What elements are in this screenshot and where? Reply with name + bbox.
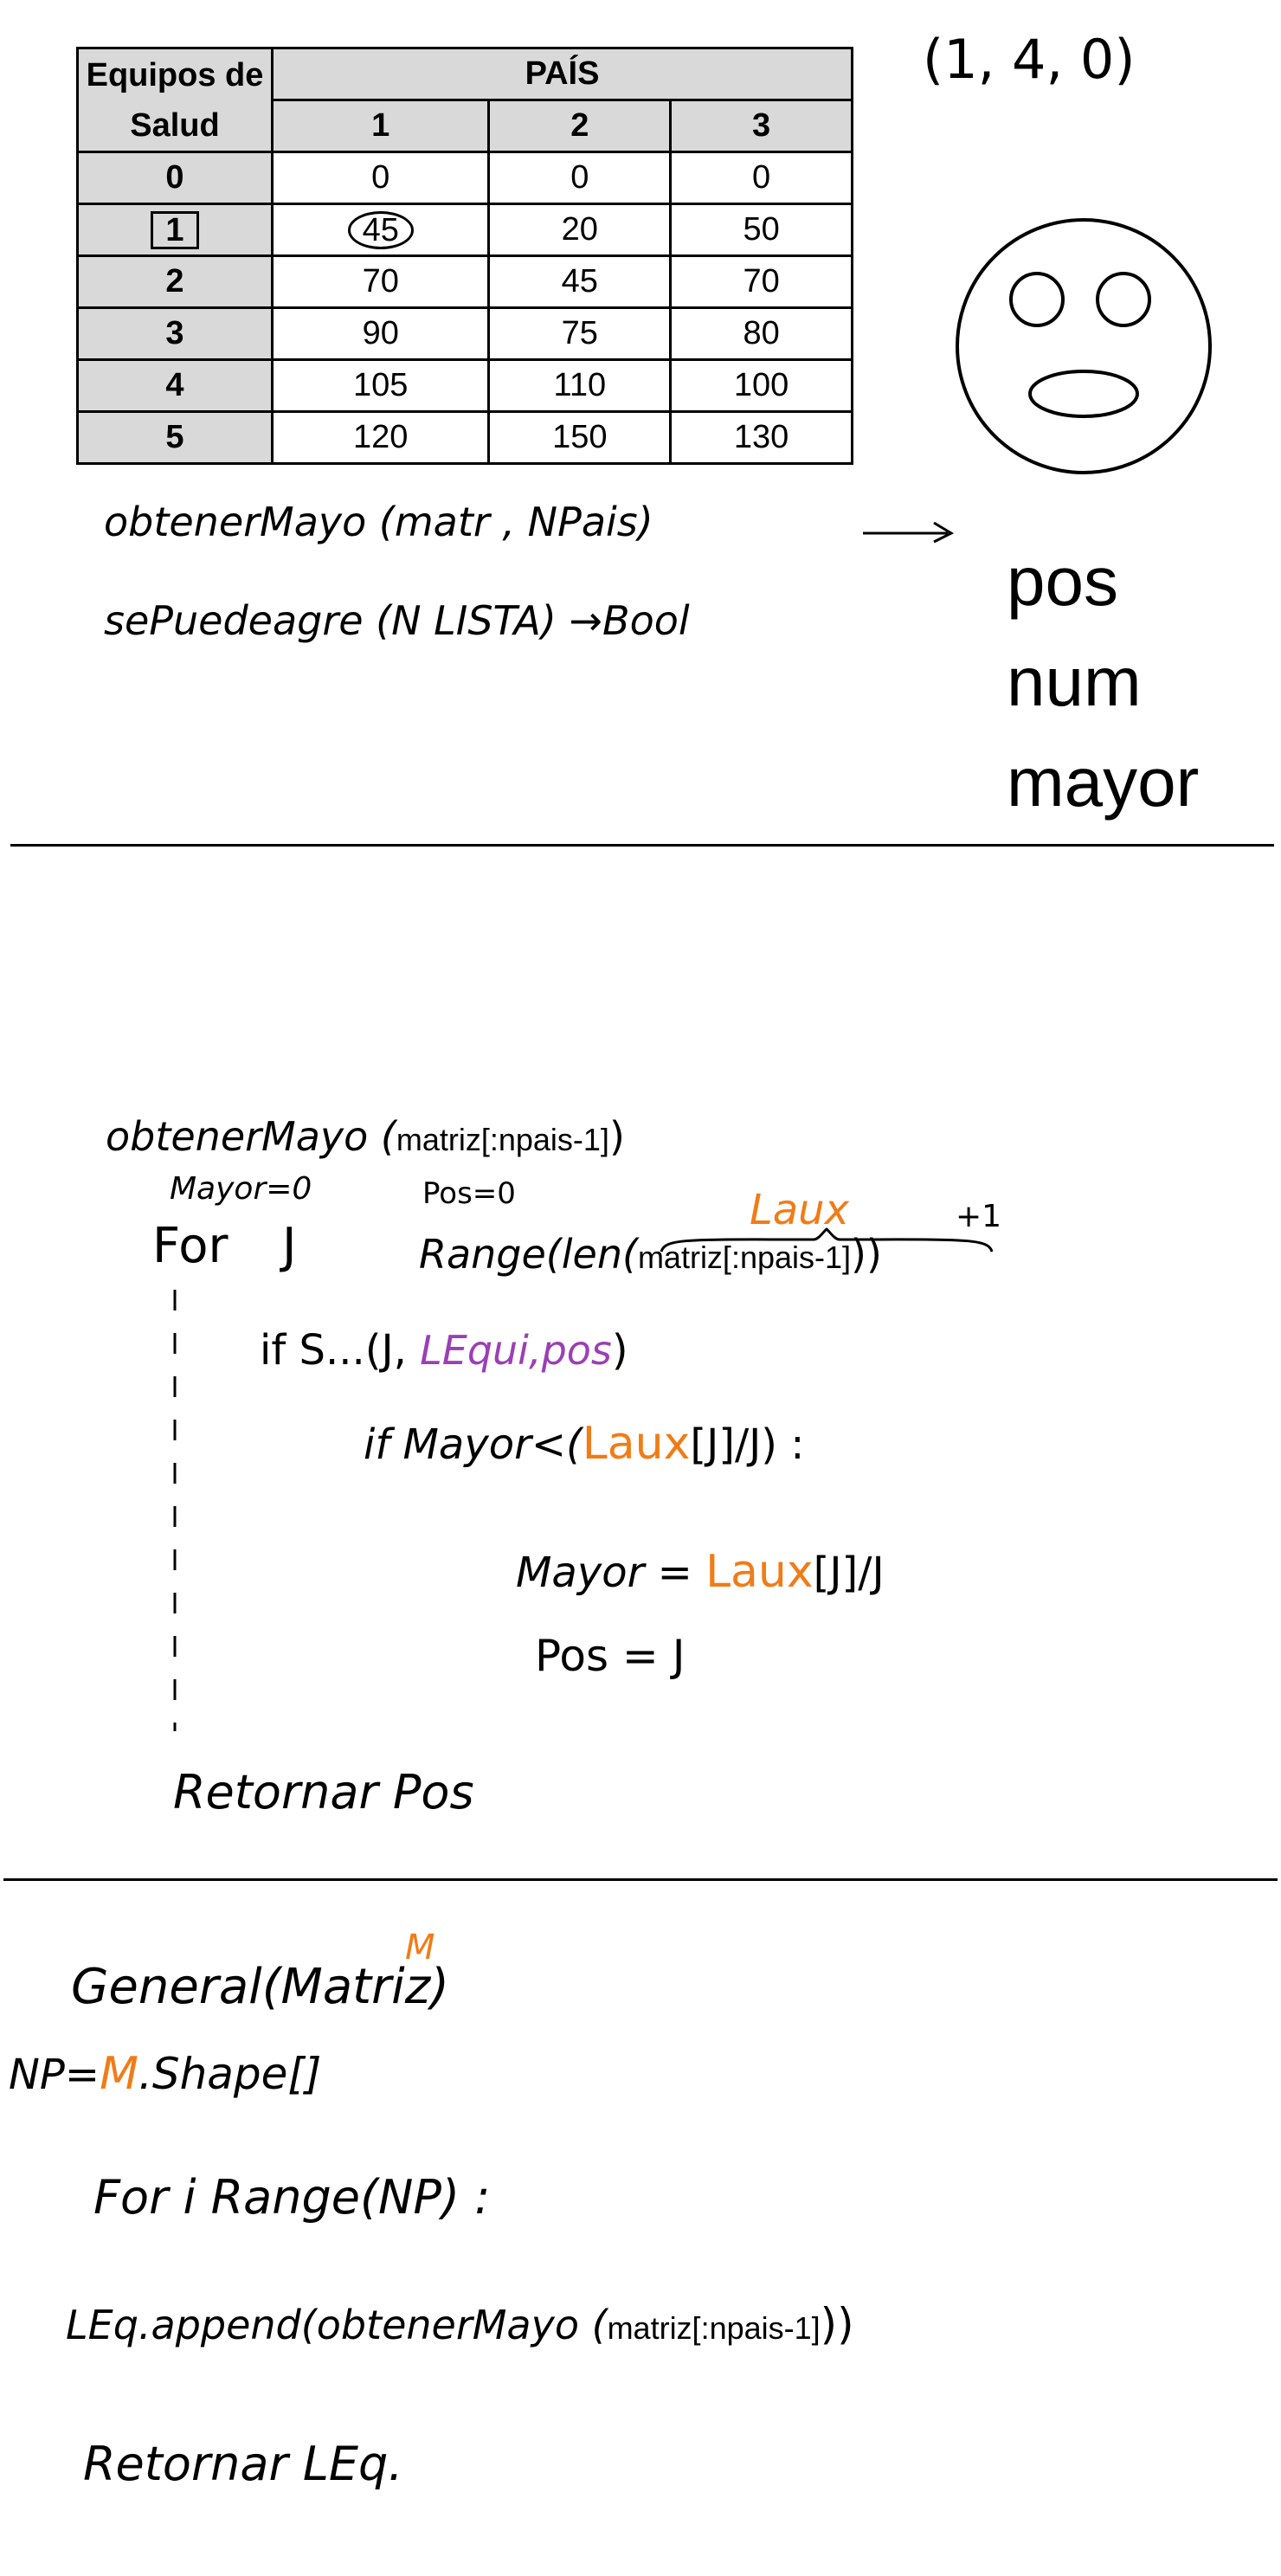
for-range-np-line: For i Range(NP) : [93,2170,491,2225]
tuple-note: (1, 4, 0) [923,28,1136,91]
pos-init: Pos=0 [422,1176,516,1211]
laux-brace [660,1227,994,1253]
if-sepuede-prefix: if S...(J, [260,1326,421,1375]
header-country-3: 3 [669,99,853,153]
table-cell: 45 [487,254,673,309]
function-close: ) [608,1113,625,1160]
row-label: 0 [76,151,274,205]
table-cell: 20 [487,203,673,257]
function-arg: matriz[:npais-1] [396,1122,609,1157]
assign-mayor-suffix: [J]/J [813,1549,885,1597]
row-label: 4 [76,358,274,413]
word-mayor: mayor [1007,744,1200,821]
if-mayor-prefix: if Mayor<( [364,1420,583,1469]
header-country-2: 2 [487,99,673,153]
divider [3,1878,1278,1881]
function-header: obtenerMayo (matriz[:npais-1]) [106,1117,625,1156]
function-name: obtenerMayo ( [106,1113,396,1160]
for-keyword: For [152,1218,229,1274]
table-cell: 75 [487,306,673,361]
if-mayor-line: if Mayor<(Laux[J]/J) : [364,1421,804,1466]
assign-mayor-laux: Laux [705,1546,814,1598]
table-row: 4 105 110 100 [76,358,853,413]
row-label: 5 [76,410,274,465]
row-label: 2 [76,254,274,309]
if-sepuede-close: ) [611,1326,628,1375]
table-cell: 0 [487,151,673,205]
np-suffix: .Shape[] [138,2049,322,2099]
circled-value: 45 [347,210,414,249]
if-mayor-suffix: [J]/J) : [690,1420,805,1469]
word-pos: pos [1007,543,1118,620]
table-cell: 0 [669,151,853,205]
table-cell-circled: 45 [270,203,491,257]
assign-mayor-prefix: Mayor = [516,1549,706,1597]
append-arg: matriz[:npais-1] [607,2310,821,2346]
for-variable: J [282,1218,297,1274]
table-cell: 130 [669,410,853,465]
return-leq-line: Retornar LEq. [83,2437,403,2491]
append-suffix: )) [820,2299,854,2349]
table-row: 3 90 75 80 [76,306,853,361]
header-pais: PAÍS [271,47,853,101]
health-teams-table: Equipos de Salud PAÍS 1 2 3 0 0 0 0 1 45… [76,47,853,465]
table-cell: 70 [270,254,491,309]
row-label-box: 1 [151,210,199,249]
general-signature: General(Matriz) [71,1959,449,2015]
header-country-1: 1 [270,99,491,153]
np-m: M [100,2048,138,2100]
header-equipos: Equipos de Salud [76,47,274,153]
assign-pos-line: Pos = J [535,1631,686,1681]
arrow-right-icon [863,521,955,544]
mayor-init: Mayor=0 [170,1171,312,1207]
divider [10,844,1274,847]
table-cell: 110 [487,358,673,413]
table-cell: 90 [270,306,491,361]
obtener-mayor-signature: obtenerMayo (matr , NPais) [104,499,653,545]
append-line: LEq.append(obtenerMayo (matriz[:npais-1]… [66,2302,854,2346]
append-prefix: LEq.append(obtenerMayo ( [66,2302,608,2348]
np-prefix: NP= [9,2051,100,2099]
np-line: NP=M.Shape[] [9,2051,321,2096]
table-cell: 100 [669,358,853,413]
table-cell: 120 [270,410,491,465]
word-num: num [1007,643,1142,720]
table-cell: 150 [487,410,673,465]
table-row: 2 70 45 70 [76,254,853,309]
table-row: 5 120 150 130 [76,410,853,465]
if-sepuede-line: if S...(J, LEqui,pos) [260,1330,628,1371]
table-row: 0 0 0 0 [76,151,853,205]
assign-mayor-line: Mayor = Laux[J]/J [516,1549,885,1594]
table-cell: 50 [669,203,853,257]
table-row: 1 45 20 50 [76,203,853,257]
return-pos-line: Retornar Pos [173,1765,474,1819]
table-cell: 80 [669,306,853,361]
surprised-face-drawing [956,218,1212,474]
row-label-boxed: 1 [76,203,274,257]
laux-annotation: Laux [750,1186,849,1234]
table-cell: 105 [270,358,491,413]
if-sepuede-list: LEqui,pos [420,1327,612,1374]
table-cell: 0 [270,151,491,205]
if-mayor-laux: Laux [582,1418,691,1470]
loop-body-line [173,1290,177,1731]
row-label: 3 [76,306,274,361]
range-prefix: Range(len( [419,1231,638,1278]
table-cell: 70 [669,254,853,309]
plus-one-annotation: +1 [956,1199,1002,1234]
se-puede-agregar-signature: sePuedeagre (N LISTA) →Bool [104,597,690,644]
